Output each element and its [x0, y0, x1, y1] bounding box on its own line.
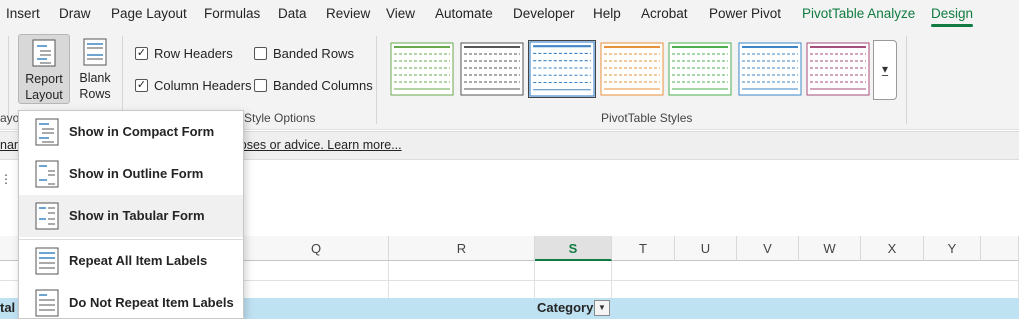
- column-header-z[interactable]: [981, 236, 1019, 261]
- pivot-total-label[interactable]: tal: [0, 300, 15, 315]
- cell[interactable]: [389, 261, 535, 281]
- filter-dropdown-icon: ▼: [598, 303, 606, 312]
- tab-developer[interactable]: Developer: [513, 6, 575, 21]
- cell[interactable]: [612, 261, 1019, 281]
- style-swatch[interactable]: [668, 42, 732, 96]
- cell[interactable]: [535, 261, 612, 281]
- tab-view[interactable]: View: [386, 6, 415, 21]
- tab-insert[interactable]: Insert: [6, 6, 40, 21]
- column-header-t[interactable]: T: [612, 236, 675, 261]
- menu-item-label: Show in Tabular Form: [69, 208, 205, 223]
- ribbon-separator: [906, 36, 907, 124]
- tab-formulas[interactable]: Formulas: [204, 6, 260, 21]
- more-styles-icon: ▾̲: [881, 62, 889, 76]
- menu-item-tabular-form[interactable]: Show in Tabular Form: [19, 195, 243, 237]
- menu-item-label: Do Not Repeat Item Labels: [69, 295, 234, 310]
- tab-data[interactable]: Data: [278, 6, 307, 21]
- column-header-v[interactable]: V: [737, 236, 799, 261]
- tab-pivottable-analyze[interactable]: PivotTable Analyze: [802, 6, 915, 21]
- pivottable-styles-group-label: PivotTable Styles: [601, 111, 693, 125]
- blank-rows-icon: [83, 38, 107, 66]
- menu-item-outline-form[interactable]: Show in Outline Form: [19, 153, 243, 195]
- tab-draw[interactable]: Draw: [59, 6, 91, 21]
- style-options-group-label: Style Options: [244, 111, 316, 125]
- compact-form-icon: [35, 118, 59, 146]
- row-headers-checkbox[interactable]: ✓ Row Headers: [135, 46, 233, 61]
- report-layout-label-1: Report: [25, 72, 63, 86]
- menu-item-no-repeat-labels[interactable]: Do Not Repeat Item Labels: [19, 282, 243, 319]
- row-headers-check-icon: ✓: [135, 47, 148, 60]
- pivot-category-label[interactable]: Category: [537, 300, 593, 315]
- tabular-form-icon: [35, 202, 59, 230]
- style-swatch[interactable]: [806, 42, 870, 96]
- style-swatch[interactable]: [738, 42, 802, 96]
- column-headers-check-icon: ✓: [135, 79, 148, 92]
- tab-acrobat[interactable]: Acrobat: [641, 6, 688, 21]
- more-options-icon[interactable]: ⋮: [0, 172, 12, 186]
- column-header-x[interactable]: X: [861, 236, 924, 261]
- repeat-labels-icon: [35, 247, 59, 275]
- style-swatch-selected[interactable]: [528, 40, 596, 98]
- banded-columns-checkbox[interactable]: Banded Columns: [254, 78, 373, 93]
- outline-form-icon: [35, 160, 59, 188]
- style-swatch[interactable]: [600, 42, 664, 96]
- column-header-r[interactable]: R: [389, 236, 535, 261]
- style-swatch[interactable]: [390, 42, 454, 96]
- report-layout-menu: Show in Compact Form Show in Outline For…: [18, 110, 244, 319]
- menu-item-label: Show in Compact Form: [69, 124, 215, 139]
- banded-columns-label: Banded Columns: [273, 78, 373, 93]
- report-layout-icon: [32, 39, 56, 67]
- menu-item-compact-form[interactable]: Show in Compact Form: [19, 111, 243, 153]
- column-headers-label: Column Headers: [154, 78, 252, 93]
- tab-review[interactable]: Review: [326, 6, 370, 21]
- more-styles-button[interactable]: ▾̲: [873, 40, 897, 100]
- pivottable-style-gallery: [388, 40, 874, 100]
- tab-design[interactable]: Design: [931, 6, 974, 27]
- column-headers-checkbox[interactable]: ✓ Column Headers: [135, 78, 252, 93]
- blank-rows-button[interactable]: Blank Rows ⌄: [74, 34, 116, 117]
- column-header-s[interactable]: S: [535, 236, 612, 261]
- blank-rows-label-1: Blank: [79, 71, 111, 85]
- cell[interactable]: [244, 261, 389, 281]
- column-header-q[interactable]: Q: [244, 236, 389, 261]
- tab-power-pivot[interactable]: Power Pivot: [709, 6, 781, 21]
- ribbon-tab-bar: Insert Draw Page Layout Formulas Data Re…: [0, 0, 1019, 30]
- row-headers-label: Row Headers: [154, 46, 233, 61]
- style-swatch[interactable]: [460, 42, 524, 96]
- no-repeat-labels-icon: [35, 289, 59, 317]
- tab-help[interactable]: Help: [593, 6, 621, 21]
- banded-rows-label: Banded Rows: [273, 46, 354, 61]
- tab-page-layout[interactable]: Page Layout: [111, 6, 187, 21]
- menu-item-repeat-labels[interactable]: Repeat All Item Labels: [19, 240, 243, 282]
- banded-columns-check-icon: [254, 79, 267, 92]
- category-filter-button[interactable]: ▼: [594, 300, 610, 316]
- banded-rows-check-icon: [254, 47, 267, 60]
- column-header-w[interactable]: W: [799, 236, 861, 261]
- column-header-y[interactable]: Y: [924, 236, 981, 261]
- menu-item-label: Show in Outline Form: [69, 166, 204, 181]
- banded-rows-checkbox[interactable]: Banded Rows: [254, 46, 354, 61]
- report-layout-button[interactable]: Report Layout ⌄: [18, 34, 70, 118]
- ribbon-separator: [376, 36, 377, 124]
- column-header-u[interactable]: U: [675, 236, 737, 261]
- menu-item-label: Repeat All Item Labels: [69, 253, 208, 268]
- tab-automate[interactable]: Automate: [435, 6, 493, 21]
